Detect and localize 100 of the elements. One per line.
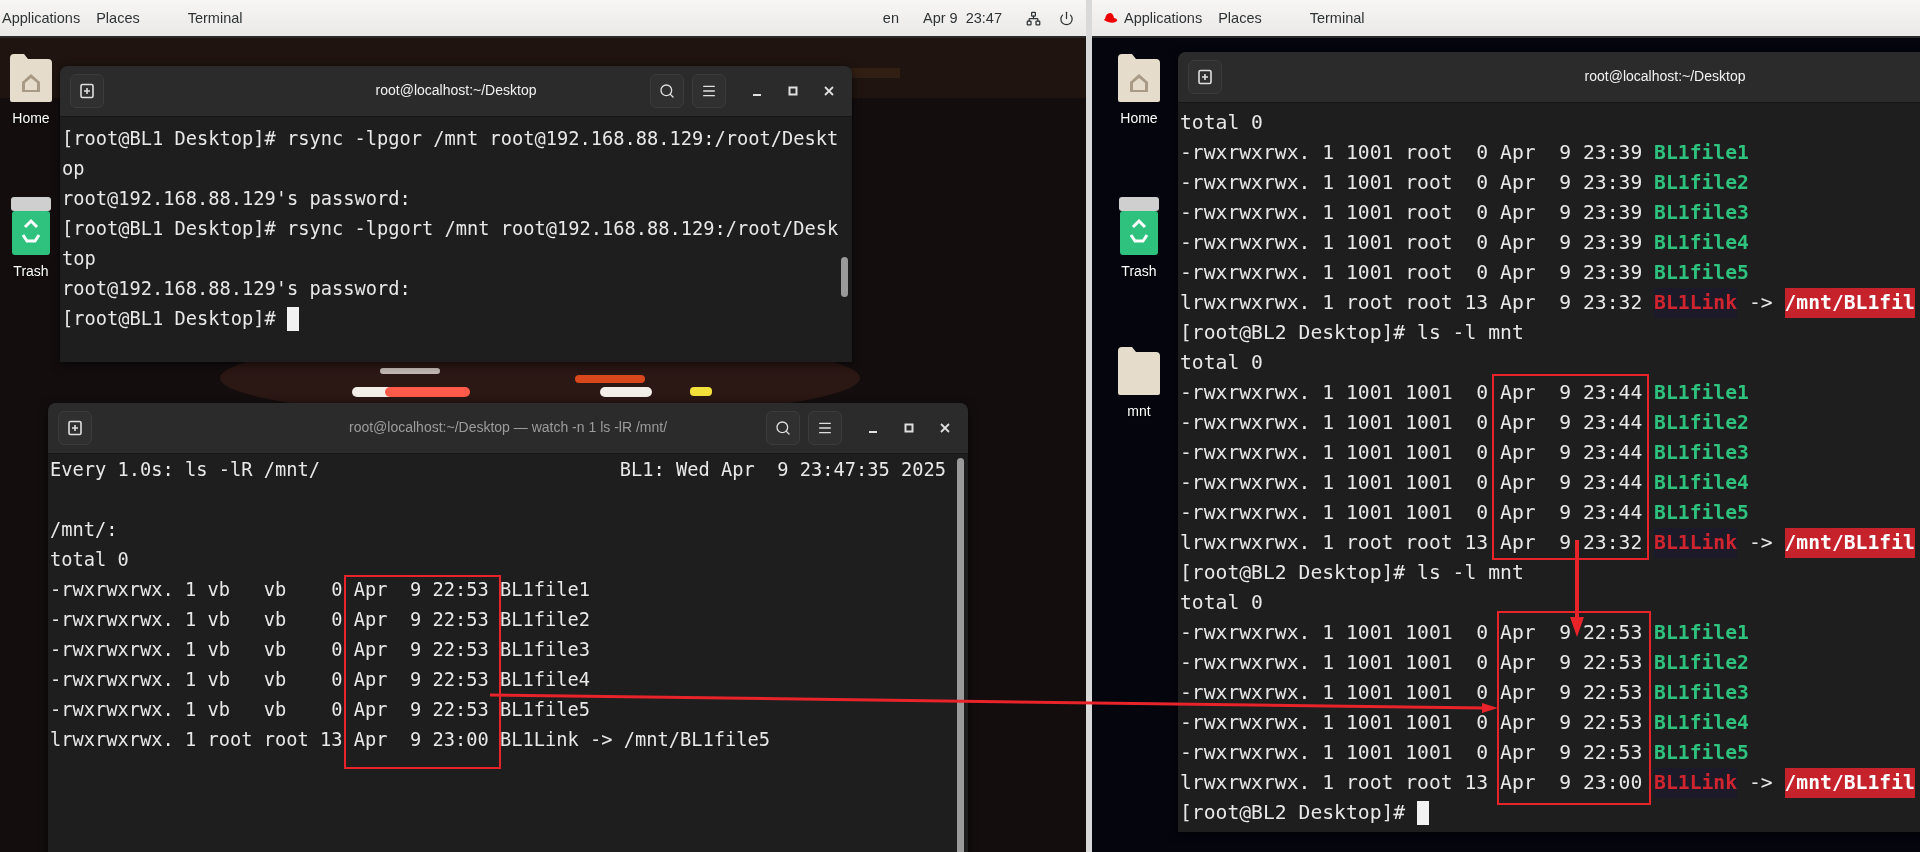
scrollbar[interactable] xyxy=(957,458,964,852)
link-target: /mnt/BL1fil xyxy=(1784,528,1915,558)
file-name: BL1file1 xyxy=(1654,380,1749,406)
file-name: BL1file5 xyxy=(1654,740,1749,766)
terminal-line: top xyxy=(62,247,96,271)
terminal-line: [root@BL1 Desktop]# rsync -lpgort /mnt root@192.168.88.129:/root/Desk xyxy=(62,217,839,241)
new-tab-icon xyxy=(1197,69,1213,85)
desktop-icon-label[interactable]: Home xyxy=(12,110,50,126)
terminal-line: total 0 xyxy=(1180,110,1263,136)
new-tab-icon xyxy=(79,83,95,99)
terminal-line: -rwxrwxrwx. 1 vb vb 0 Apr 9 22:53 BL1file3 xyxy=(50,638,591,662)
new-tab-icon xyxy=(67,420,83,436)
terminal-line: -rwxrwxrwx. 1 1001 1001 0 Apr 9 23:44 xyxy=(1180,440,1643,466)
link-arrow: -> xyxy=(1748,770,1773,796)
terminal-line: -rwxrwxrwx. 1 1001 1001 0 Apr 9 22:53 xyxy=(1180,680,1643,706)
home-folder-icon[interactable] xyxy=(1116,52,1162,104)
home-folder-icon[interactable] xyxy=(8,52,54,104)
file-name: BL1file2 xyxy=(1654,650,1749,676)
new-tab-button[interactable] xyxy=(58,411,92,445)
search-icon xyxy=(659,83,675,99)
terminal-line: -rwxrwxrwx. 1 1001 1001 0 Apr 9 22:53 xyxy=(1180,740,1643,766)
menu-item[interactable]: Applications xyxy=(2,10,81,26)
terminal-line: [root@BL1 Desktop]# rsync -lpgor /mnt root@192.168.88.129:/root/Deskt xyxy=(62,127,839,151)
clock[interactable]: Apr 9 23:47 xyxy=(923,10,1002,26)
search-button[interactable] xyxy=(766,411,800,445)
minimize-icon xyxy=(869,431,877,433)
terminal-line: /mnt/: xyxy=(50,518,118,542)
window-title: root@localhost:~/Desktop — watch -n 1 ls -lR /mnt/ xyxy=(348,419,668,435)
network-icon[interactable] xyxy=(1026,10,1041,26)
file-name: BL1file1 xyxy=(1654,620,1749,646)
window-title: root@localhost:~/Desktop xyxy=(375,82,537,98)
close-icon xyxy=(824,86,834,96)
terminal-line: BL1: Wed Apr 9 23:47:35 2025 xyxy=(619,458,946,482)
menu-item[interactable]: Places xyxy=(1218,10,1262,26)
file-name: BL1file4 xyxy=(1654,470,1749,496)
menu-item[interactable]: Applications xyxy=(1124,10,1203,26)
file-name: BL1file3 xyxy=(1654,200,1749,226)
terminal-line: lrwxrwxrwx. 1 root root 13 Apr 9 23:32 xyxy=(1180,290,1643,316)
menu-item[interactable]: Terminal xyxy=(1309,10,1365,26)
new-tab-button[interactable] xyxy=(70,74,104,108)
file-name: BL1file5 xyxy=(1654,500,1749,526)
terminal-line: -rwxrwxrwx. 1 1001 root 0 Apr 9 23:39 xyxy=(1180,200,1643,226)
terminal-line: -rwxrwxrwx. 1 1001 1001 0 Apr 9 22:53 xyxy=(1180,650,1643,676)
terminal-line: total 0 xyxy=(50,548,129,572)
link-arrow: -> xyxy=(1748,530,1773,556)
link-target: /mnt/BL1fil xyxy=(1784,768,1915,798)
terminal-line: total 0 xyxy=(1180,590,1263,616)
file-name: BL1file4 xyxy=(1654,230,1749,256)
folder-icon[interactable] xyxy=(1116,345,1162,397)
minimize-icon xyxy=(753,94,761,96)
menu-icon xyxy=(817,420,833,436)
file-name: BL1file3 xyxy=(1654,680,1749,706)
terminal-line: [root@BL1 Desktop]# xyxy=(62,307,276,331)
new-tab-button[interactable] xyxy=(1188,60,1222,94)
terminal-line: -rwxrwxrwx. 1 1001 1001 0 Apr 9 23:44 xyxy=(1180,410,1643,436)
search-button[interactable] xyxy=(650,74,684,108)
terminal-line: -rwxrwxrwx. 1 vb vb 0 Apr 9 22:53 BL1file1 xyxy=(50,578,591,602)
terminal-line: -rwxrwxrwx. 1 1001 root 0 Apr 9 23:39 xyxy=(1180,140,1643,166)
terminal-line: -rwxrwxrwx. 1 1001 1001 0 Apr 9 23:44 xyxy=(1180,470,1643,496)
terminal-line: root@192.168.88.129's password: xyxy=(62,187,411,211)
file-name: BL1file2 xyxy=(1654,410,1749,436)
trash-icon[interactable] xyxy=(1116,195,1162,257)
trash-icon[interactable] xyxy=(8,195,54,257)
terminal-line: total 0 xyxy=(1180,350,1263,376)
terminal-line: -rwxrwxrwx. 1 1001 root 0 Apr 9 23:39 xyxy=(1180,230,1643,256)
link-name: BL1Link xyxy=(1654,768,1738,798)
menu-icon xyxy=(701,83,717,99)
desktop-icon-label[interactable]: Home xyxy=(1120,110,1158,126)
menu-button[interactable] xyxy=(808,411,842,445)
desktop-icon-label[interactable]: Trash xyxy=(1121,263,1157,279)
language-indicator[interactable]: en xyxy=(882,10,899,26)
link-name: BL1Link xyxy=(1654,288,1738,318)
close-icon xyxy=(940,423,950,433)
maximize-icon xyxy=(788,86,798,96)
window-title: root@localhost:~/Desktop xyxy=(1584,68,1746,84)
terminal-line: op xyxy=(62,157,85,181)
terminal-line: -rwxrwxrwx. 1 vb vb 0 Apr 9 22:53 BL1file4 xyxy=(50,668,591,692)
desktop-icon-label[interactable]: Trash xyxy=(13,263,49,279)
search-icon xyxy=(775,420,791,436)
link-target: /mnt/BL1fil xyxy=(1784,288,1915,318)
terminal-line: [root@BL2 Desktop]# ls -l mnt xyxy=(1180,560,1524,586)
terminal-line: -rwxrwxrwx. 1 1001 root 0 Apr 9 23:39 xyxy=(1180,170,1643,196)
file-name: BL1file5 xyxy=(1654,260,1749,286)
terminal-line: -rwxrwxrwx. 1 1001 1001 0 Apr 9 22:53 xyxy=(1180,710,1643,736)
menu-item[interactable]: Terminal xyxy=(187,10,243,26)
scrollbar[interactable] xyxy=(841,257,848,297)
terminal-line: -rwxrwxrwx. 1 1001 1001 0 Apr 9 22:53 xyxy=(1180,620,1643,646)
terminal-line: [root@BL2 Desktop]# xyxy=(1180,800,1406,826)
terminal-line: lrwxrwxrwx. 1 root root 13 Apr 9 23:00 BL1Link -> /mnt/BL1file5 xyxy=(50,728,771,752)
maximize-icon xyxy=(904,423,914,433)
terminal-line: Every 1.0s: ls -lR /mnt/ xyxy=(50,458,321,482)
terminal-line: lrwxrwxrwx. 1 root root 13 Apr 9 23:00 xyxy=(1180,770,1643,796)
link-arrow: -> xyxy=(1748,290,1773,316)
desktop-icon-label[interactable]: mnt xyxy=(1127,403,1151,419)
power-icon[interactable] xyxy=(1059,10,1074,26)
terminal-line: -rwxrwxrwx. 1 1001 1001 0 Apr 9 23:44 xyxy=(1180,500,1643,526)
menu-button[interactable] xyxy=(692,74,726,108)
terminal-line: lrwxrwxrwx. 1 root root 13 Apr 9 23:32 xyxy=(1180,530,1643,556)
menu-item[interactable]: Places xyxy=(96,10,140,26)
file-name: BL1file1 xyxy=(1654,140,1749,166)
